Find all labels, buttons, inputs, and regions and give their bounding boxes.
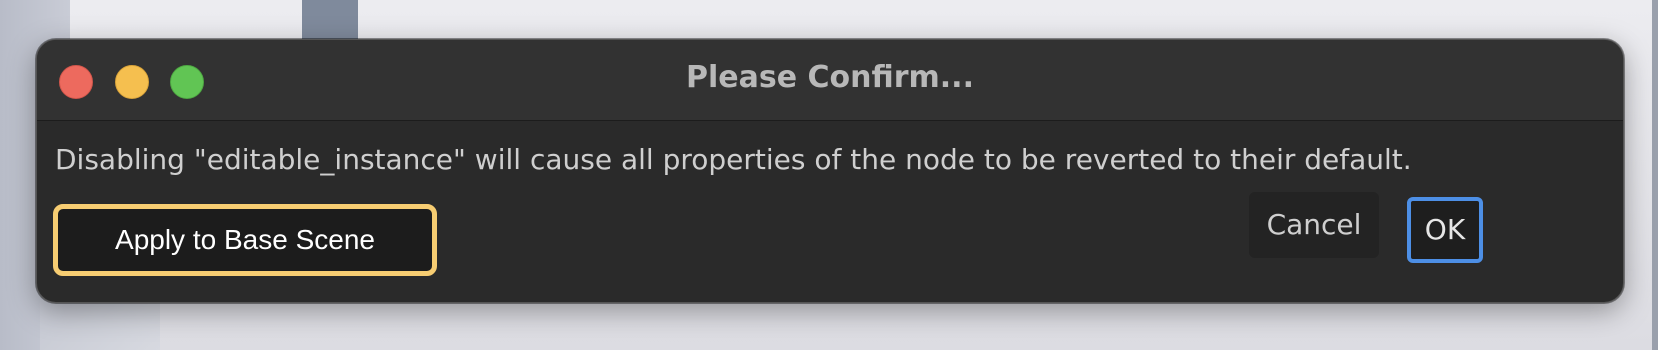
dialog-title: Please Confirm... <box>686 60 974 95</box>
dialog-titlebar[interactable]: Please Confirm... <box>37 40 1623 121</box>
background-floor-shape <box>40 300 160 350</box>
confirm-dialog: Please Confirm... Disabling "editable_in… <box>36 39 1624 303</box>
dialog-message: Disabling "editable_instance" will cause… <box>55 143 1412 176</box>
ok-button[interactable]: OK <box>1407 197 1483 263</box>
apply-to-base-scene-button[interactable]: Apply to Base Scene <box>53 204 437 276</box>
background-edge <box>1652 0 1658 350</box>
cancel-button[interactable]: Cancel <box>1249 192 1379 258</box>
